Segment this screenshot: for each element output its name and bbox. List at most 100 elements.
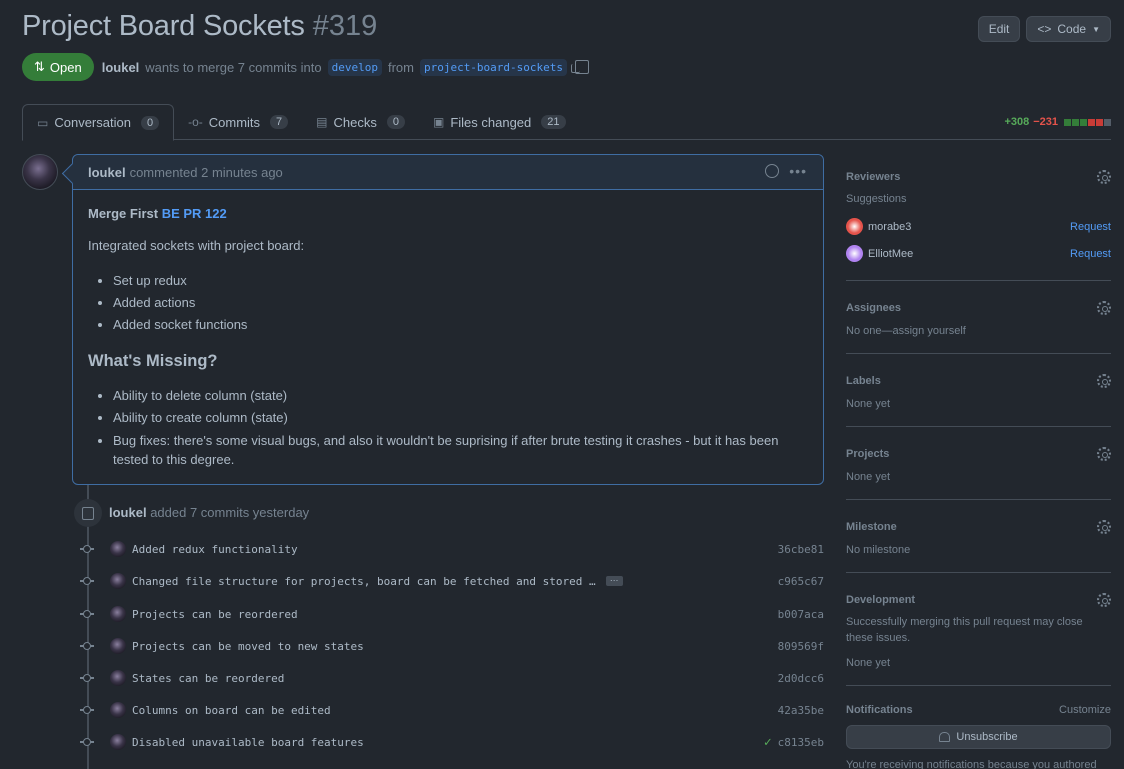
labels-title: Labels [846, 375, 881, 387]
head-branch[interactable]: project-board-sockets [419, 58, 568, 76]
merge-first-link[interactable]: BE PR 122 [162, 206, 227, 221]
commit-sha[interactable]: 36cbe81 [778, 543, 824, 556]
pr-title: Project Board Sockets [22, 10, 305, 42]
missing-heading: What's Missing? [88, 352, 218, 370]
list-item: Ability to create column (state) [113, 407, 808, 429]
tab-files-changed[interactable]: ▣ Files changed 21 [419, 104, 580, 140]
avatar[interactable] [846, 245, 863, 262]
comment-header: loukel commented 2 minutes ago ••• [73, 155, 823, 190]
list-item: Bug fixes: there's some visual bugs, and… [113, 431, 808, 469]
gear-icon[interactable] [1097, 520, 1111, 534]
milestone-title: Milestone [846, 521, 897, 533]
gear-icon[interactable] [1097, 170, 1111, 184]
avatar[interactable] [110, 541, 126, 557]
code-icon: <> [1037, 22, 1052, 36]
merge-first-line: Merge First BE PR 122 [88, 206, 808, 221]
tab-count: 21 [541, 115, 566, 129]
commit-sha-text: b007aca [777, 607, 824, 621]
avatar[interactable] [110, 670, 126, 686]
commit-message[interactable]: States can be reordered [132, 672, 284, 685]
commit-message[interactable]: Disabled unavailable board features [132, 736, 364, 749]
tab-commits[interactable]: -o- Commits 7 [174, 104, 302, 140]
request-review-button[interactable]: Request [1070, 221, 1111, 233]
tab-conversation[interactable]: ▭ Conversation 0 [22, 104, 175, 141]
git-commit-icon [80, 639, 94, 653]
milestone-section: Milestone No milestone [846, 513, 1111, 573]
reviewer-name[interactable]: ElliotMee [868, 248, 913, 260]
avatar[interactable] [110, 702, 126, 718]
chevron-down-icon: ▼ [1092, 24, 1100, 34]
assignees-title: Assignees [846, 302, 902, 314]
avatar[interactable] [110, 638, 126, 654]
kebab-horizontal-icon[interactable]: ••• [789, 164, 807, 178]
comment-author[interactable]: loukel [88, 165, 126, 180]
commit-sha[interactable]: 809569f [778, 640, 824, 653]
assignees-value[interactable]: No one—assign yourself [846, 322, 1111, 340]
commit-sha-text: 42a35be [777, 703, 824, 717]
gear-icon[interactable] [1097, 374, 1111, 388]
development-value: None yet [846, 657, 891, 669]
edit-button[interactable]: Edit [977, 16, 1021, 42]
file-diff-icon: ▣ [432, 115, 445, 129]
avatar[interactable] [110, 606, 126, 622]
tab-checks[interactable]: ▤ Checks 0 [302, 104, 419, 140]
gear-icon[interactable] [1097, 301, 1111, 315]
avatar[interactable] [110, 734, 126, 750]
commit-message[interactable]: Added redux functionality [132, 543, 298, 556]
projects-title: Projects [846, 448, 890, 460]
commit-sha[interactable]: b007aca [778, 608, 824, 621]
commit-sha[interactable]: c965c67 [778, 575, 824, 588]
diffstat-block [1096, 118, 1103, 126]
pr-author[interactable]: loukel [102, 60, 140, 75]
projects-value: None yet [846, 471, 891, 483]
commit-sha[interactable]: 2d0dcc6 [778, 672, 824, 685]
commit-sha-text: c965c67 [777, 574, 824, 588]
commit-message[interactable]: Projects can be reordered [132, 608, 298, 621]
commit-sha-text: c8135eb [777, 735, 824, 749]
gear-icon[interactable] [1097, 593, 1111, 607]
commit-sha[interactable]: ✓ c8135eb [764, 735, 824, 750]
pr-meta: ⇅ Open loukel wants to merge 7 commits i… [22, 53, 590, 81]
gear-icon[interactable] [1097, 447, 1111, 461]
list-item: Added actions [113, 292, 808, 314]
tab-count: 0 [140, 115, 160, 130]
commit-row: Projects can be reordered b007aca [80, 604, 824, 624]
unsubscribe-button[interactable]: Unsubscribe [846, 725, 1111, 749]
timeline-event: loukel added 7 commits yesterday [109, 505, 309, 520]
avatar[interactable] [22, 154, 58, 190]
timeline-author[interactable]: loukel [109, 505, 147, 520]
customize-link[interactable]: Customize [1059, 704, 1111, 716]
expand-commit-button[interactable]: … [605, 574, 623, 586]
commit-sha[interactable]: 42a35be [778, 704, 824, 717]
status-badge-label: Open [49, 59, 82, 75]
commit-message[interactable]: Columns on board can be edited [132, 704, 331, 717]
smiley-icon[interactable] [765, 164, 780, 178]
request-review-button[interactable]: Request [1070, 248, 1111, 260]
avatar[interactable] [846, 218, 863, 235]
tab-count: 0 [386, 115, 405, 129]
list-item: Ability to delete column (state) [113, 385, 808, 407]
tab-label: Checks [333, 114, 377, 130]
diffstat-block [1064, 118, 1071, 126]
suggestions-label: Suggestions [846, 193, 907, 205]
commit-message[interactable]: Projects can be moved to new states [132, 640, 364, 653]
check-icon[interactable]: ✓ [764, 735, 772, 750]
milestone-value: No milestone [846, 544, 911, 556]
tab-label: Conversation [54, 115, 131, 130]
comment-body: Merge First BE PR 122 Integrated sockets… [73, 190, 823, 501]
commit-row: States can be reordered 2d0dcc6 [80, 668, 824, 688]
repo-push-icon [74, 499, 102, 527]
base-branch[interactable]: develop [327, 58, 382, 76]
header-actions: Edit <> Code ▼ [977, 16, 1111, 42]
reviewer-name[interactable]: morabe3 [868, 221, 911, 233]
code-button[interactable]: <> Code ▼ [1026, 16, 1111, 42]
notifications-section: Notifications Customize Unsubscribe You'… [846, 699, 1111, 769]
checklist-icon: ▤ [316, 115, 328, 129]
unsubscribe-label: Unsubscribe [956, 731, 1018, 743]
avatar[interactable] [110, 573, 126, 589]
list-item: Set up redux [113, 270, 808, 292]
development-section: Development Successfully merging this pu… [846, 586, 1111, 686]
commit-message[interactable]: Changed file structure for projects, boa… [132, 575, 596, 588]
timeline-line [87, 485, 89, 769]
copy-icon[interactable] [571, 60, 590, 74]
